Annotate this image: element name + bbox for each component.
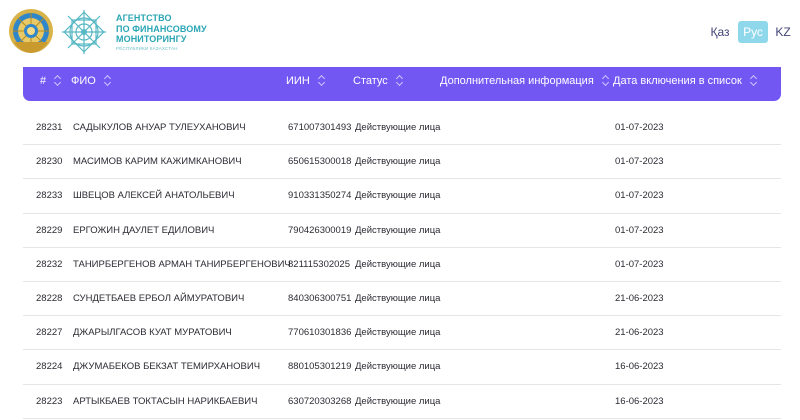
table-header: # ФИО ИИН Статус Дополнительная информац… (23, 67, 781, 101)
cell-fio: ДЖУМАБЕКОВ БЕКЗАТ ТЕМИРХАНОВИЧ (73, 361, 261, 373)
cell-fio: СУНДЕТБАЕВ ЕРБОЛ АЙМУРАТОВИЧ (73, 292, 245, 304)
agency-name[interactable]: АГЕНТСТВО ПО ФИНАНСОВОМУ МОНИТОРИНГУ РЕС… (116, 13, 207, 52)
persons-table: # ФИО ИИН Статус Дополнительная информац… (23, 67, 781, 419)
cell-num: 28233 (36, 190, 63, 202)
column-header-date[interactable]: Дата включения в список (613, 67, 758, 101)
table-row[interactable]: 28233 ШВЕЦОВ АЛЕКСЕЙ АНАТОЛЬЕВИЧ 9103313… (23, 179, 781, 214)
cell-date: 21-06-2023 (615, 292, 664, 304)
cell-status: Действующие лица (355, 327, 441, 339)
sort-icon[interactable] (602, 74, 610, 88)
cell-date: 01-07-2023 (615, 122, 664, 133)
cell-iin: 910331350274 (288, 190, 352, 202)
cell-date: 01-07-2023 (615, 190, 664, 202)
cell-date: 16-06-2023 (615, 361, 664, 373)
lang-kz-link[interactable]: KZ (771, 21, 795, 43)
cell-iin: 821115302025 (288, 258, 350, 270)
cell-num: 28229 (36, 224, 63, 236)
cell-num: 28231 (36, 122, 63, 133)
cell-status: Действующие лица (355, 292, 441, 304)
cell-status: Действующие лица (355, 361, 441, 373)
table-row[interactable]: 28223 АРТЫКБАЕВ ТОКТАСЫН НАРИКБАЕВИЧ 630… (23, 385, 781, 419)
column-header-label: Статус (353, 75, 388, 87)
table-body: 28231 САДЫКУЛОВ АНУАР ТУЛЕУХАНОВИЧ 67100… (23, 111, 781, 419)
cell-num: 28232 (36, 258, 63, 270)
column-header-label: Дата включения в список (613, 75, 742, 87)
site-header: АГЕНТСТВО ПО ФИНАНСОВОМУ МОНИТОРИНГУ РЕС… (0, 0, 800, 66)
cell-status: Действующие лица (355, 224, 441, 236)
cell-fio: ТАНИРБЕРГЕНОВ АРМАН ТАНИРБЕРГЕНОВИЧ (73, 258, 291, 270)
table-row[interactable]: 28228 СУНДЕТБАЕВ ЕРБОЛ АЙМУРАТОВИЧ 84030… (23, 282, 781, 317)
column-header-label: ИИН (286, 75, 310, 87)
cell-iin: 790426300019 (288, 224, 352, 236)
cell-date: 01-07-2023 (615, 156, 664, 168)
sort-icon[interactable] (396, 74, 404, 88)
cell-status: Действующие лица (355, 190, 441, 202)
cell-date: 01-07-2023 (615, 258, 664, 270)
cell-fio: ШВЕЦОВ АЛЕКСЕЙ АНАТОЛЬЕВИЧ (73, 190, 235, 202)
cell-iin: 880105301219 (288, 361, 352, 373)
column-header-label: # (40, 75, 47, 87)
cell-iin: 650615300018 (288, 156, 352, 168)
lang-rus-link[interactable]: Рус (738, 21, 768, 43)
sort-icon[interactable] (54, 74, 62, 88)
cell-status: Действующие лица (355, 258, 441, 270)
cell-num: 28230 (36, 156, 63, 168)
cell-iin: 671007301493 (288, 122, 352, 133)
column-header-fio[interactable]: ФИО (71, 67, 112, 101)
column-header-status[interactable]: Статус (353, 67, 404, 101)
column-header-num[interactable]: # (40, 67, 62, 101)
agency-name-line2: ПО ФИНАНСОВОМУ (116, 23, 207, 34)
cell-num: 28223 (36, 395, 63, 407)
column-header-label: ФИО (71, 75, 96, 87)
sort-icon[interactable] (318, 74, 326, 88)
cell-fio: АРТЫКБАЕВ ТОКТАСЫН НАРИКБАЕВИЧ (73, 395, 258, 407)
table-row[interactable]: 28229 ЕРГОЖИН ДАУЛЕТ ЕДИЛОВИЧ 7904263000… (23, 214, 781, 248)
table-row[interactable]: 28230 МАСИМОВ КАРИМ КАЖИМКАНОВИЧ 6506153… (23, 145, 781, 180)
cell-num: 28224 (36, 361, 63, 373)
cell-iin: 630720303268 (288, 395, 352, 407)
cell-num: 28228 (36, 292, 63, 304)
table-row[interactable]: 28224 ДЖУМАБЕКОВ БЕКЗАТ ТЕМИРХАНОВИЧ 880… (23, 350, 781, 385)
cell-num: 28227 (36, 327, 63, 339)
lang-kaz-link[interactable]: Қаз (706, 21, 734, 43)
column-header-label: Дополнительная информация (440, 75, 594, 87)
cell-status: Действующие лица (355, 156, 441, 168)
cell-fio: ДЖАРЫЛГАСОВ КУАТ МУРАТОВИЧ (73, 327, 232, 339)
table-row[interactable]: 28232 ТАНИРБЕРГЕНОВ АРМАН ТАНИРБЕРГЕНОВИ… (23, 248, 781, 282)
cell-fio: САДЫКУЛОВ АНУАР ТУЛЕУХАНОВИЧ (73, 122, 246, 133)
cell-status: Действующие лица (355, 122, 441, 133)
sort-icon[interactable] (750, 74, 758, 88)
table-row[interactable]: 28227 ДЖАРЫЛГАСОВ КУАТ МУРАТОВИЧ 7706103… (23, 316, 781, 351)
cell-date: 01-07-2023 (615, 224, 664, 236)
table-row[interactable]: 28231 САДЫКУЛОВ АНУАР ТУЛЕУХАНОВИЧ 67100… (23, 111, 781, 146)
state-emblem-icon[interactable] (8, 8, 54, 54)
cell-fio: ЕРГОЖИН ДАУЛЕТ ЕДИЛОВИЧ (73, 224, 215, 236)
agency-logo-icon[interactable] (58, 6, 110, 58)
cell-date: 21-06-2023 (615, 327, 664, 339)
cell-fio: МАСИМОВ КАРИМ КАЖИМКАНОВИЧ (73, 156, 242, 168)
sort-icon[interactable] (104, 74, 112, 88)
cell-iin: 770610301836 (288, 327, 352, 339)
agency-name-sub: РЕСПУБЛИКИ КАЗАХСТАН (116, 45, 178, 51)
column-header-iin[interactable]: ИИН (286, 67, 326, 101)
cell-date: 16-06-2023 (615, 395, 664, 407)
column-header-info[interactable]: Дополнительная информация (440, 67, 610, 101)
cell-status: Действующие лица (355, 395, 441, 407)
cell-iin: 840306300751 (288, 292, 352, 304)
agency-name-line1: АГЕНТСТВО (116, 13, 172, 23)
agency-name-line3: МОНИТОРИНГУ (116, 34, 187, 44)
